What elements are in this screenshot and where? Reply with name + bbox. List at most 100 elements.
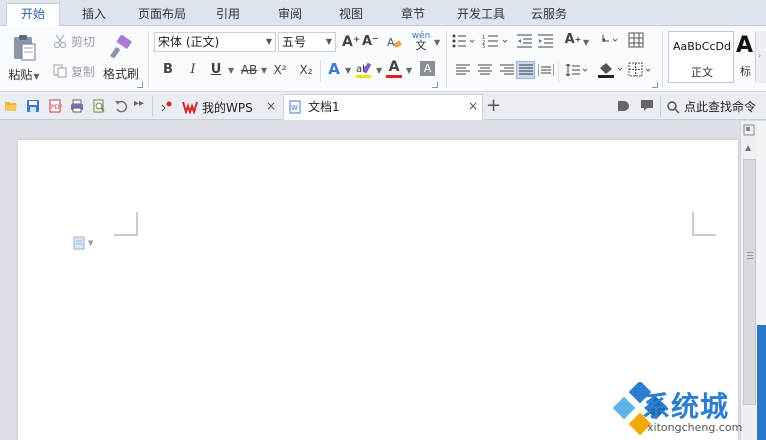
paste-icon xyxy=(14,34,36,60)
open-folder-icon[interactable] xyxy=(4,99,18,113)
decrease-indent-icon[interactable] xyxy=(517,34,533,53)
tab-document1-label: 文档1 xyxy=(308,100,340,114)
style-heading[interactable]: A 标 xyxy=(736,31,754,83)
subscript-button[interactable]: X₂ xyxy=(297,62,315,78)
table-grid-icon[interactable] xyxy=(628,32,644,53)
svg-text:W: W xyxy=(291,104,298,112)
style-name: 正文 xyxy=(691,66,713,79)
text-effect-caret-icon[interactable]: ▼ xyxy=(345,66,351,75)
tab-review[interactable]: 审阅 xyxy=(267,4,313,26)
more-tools-icon[interactable]: ▸▸ xyxy=(134,98,144,109)
grow-font-button[interactable]: A⁺ xyxy=(342,34,360,50)
phonetic-guide-button[interactable]: wén 文 xyxy=(410,31,432,52)
styles-scroll[interactable]: › xyxy=(755,31,766,83)
scroll-thumb[interactable] xyxy=(743,159,756,405)
font-launcher-icon[interactable] xyxy=(432,82,438,88)
phonetic-caret-icon[interactable]: ▼ xyxy=(434,38,440,47)
chevron-down-icon: ▼ xyxy=(88,239,94,247)
page-options-icon xyxy=(73,236,85,250)
scroll-up-icon[interactable]: ▲ xyxy=(745,143,751,152)
close-icon[interactable]: × xyxy=(468,99,478,113)
show-marks-button[interactable] xyxy=(598,32,620,53)
scissors-icon xyxy=(53,34,66,48)
divider xyxy=(320,60,321,82)
save-icon[interactable] xyxy=(26,99,40,113)
vertical-scrollbar[interactable]: ▲ xyxy=(740,121,757,440)
style-normal[interactable]: AaBbCcDd 正文 xyxy=(668,31,734,83)
font-name-select[interactable]: 宋体 (正文) ▼ xyxy=(154,32,276,52)
font-color-caret-icon[interactable]: ▼ xyxy=(406,66,412,75)
tab-my-wps[interactable]: 我的WPS × xyxy=(178,94,282,120)
shading-button[interactable] xyxy=(597,61,625,84)
copy-button[interactable]: 复制 xyxy=(50,62,98,80)
paragraph-options[interactable]: ▼ xyxy=(72,236,93,250)
divider xyxy=(558,60,559,82)
print-icon[interactable] xyxy=(70,99,84,113)
divider xyxy=(660,96,661,116)
divider xyxy=(148,30,149,88)
line-spacing-button[interactable] xyxy=(564,63,590,81)
tab-view[interactable]: 视图 xyxy=(328,4,374,26)
doc-switch-icon[interactable] xyxy=(616,99,630,113)
clear-format-icon[interactable]: A xyxy=(386,34,402,55)
brush-icon xyxy=(110,34,132,58)
format-painter-button[interactable]: 格式刷 xyxy=(100,30,142,86)
undo-icon[interactable] xyxy=(114,99,128,113)
shrink-font-button[interactable]: A⁻ xyxy=(362,34,379,50)
font-size-select[interactable]: 五号 ▼ xyxy=(278,32,336,52)
tab-developer[interactable]: 开发工具 xyxy=(450,4,512,26)
tab-references[interactable]: 引用 xyxy=(205,4,251,26)
style-heading-sample: A xyxy=(736,33,754,58)
svg-text:3: 3 xyxy=(482,44,485,48)
tab-document1[interactable]: W 文档1 × xyxy=(283,94,483,120)
align-center-icon[interactable] xyxy=(477,64,493,81)
bold-button[interactable]: B xyxy=(160,62,176,78)
command-search[interactable]: 点此查找命令 xyxy=(666,98,756,115)
watermark-url: xitongcheng.com xyxy=(647,421,743,434)
export-pdf-icon[interactable]: PDF xyxy=(48,99,62,113)
underline-button[interactable]: U xyxy=(208,62,224,78)
line-spacing-icon xyxy=(565,63,588,77)
document-icon: W xyxy=(289,100,301,113)
close-icon[interactable]: × xyxy=(266,99,276,113)
numbered-list-icon: 123 xyxy=(482,35,508,50)
paste-button[interactable]: 粘贴▼ xyxy=(6,30,42,86)
increase-indent-icon[interactable] xyxy=(538,34,554,53)
underline-caret-icon[interactable]: ▼ xyxy=(228,66,234,75)
superscript-button[interactable]: X² xyxy=(271,62,289,78)
divider xyxy=(662,30,663,88)
justify-icon[interactable] xyxy=(516,61,535,79)
change-case-button[interactable]: A+ xyxy=(562,32,584,48)
strikethrough-button[interactable]: AB xyxy=(238,62,260,78)
borders-icon xyxy=(628,62,651,77)
italic-button[interactable]: I xyxy=(185,62,201,78)
bullet-list-button[interactable] xyxy=(452,34,476,53)
align-right-icon[interactable] xyxy=(498,64,514,81)
print-preview-icon[interactable] xyxy=(92,99,106,113)
feedback-icon[interactable] xyxy=(640,99,654,113)
tab-chapter[interactable]: 章节 xyxy=(390,4,436,26)
cut-button[interactable]: 剪切 xyxy=(50,32,98,50)
text-effect-button[interactable]: A xyxy=(326,61,342,77)
distributed-align-icon[interactable] xyxy=(537,64,555,81)
highlight-button[interactable]: ab xyxy=(355,61,373,84)
numbered-list-button[interactable]: 123 xyxy=(482,34,510,53)
change-case-caret-icon[interactable]: ▼ xyxy=(583,38,589,47)
side-panel-tab[interactable] xyxy=(757,325,766,440)
tab-cloud[interactable]: 云服务 xyxy=(524,4,574,26)
paragraph-launcher-icon[interactable] xyxy=(652,82,658,88)
tab-page-layout[interactable]: 页面布局 xyxy=(130,4,194,26)
char-shading-button[interactable]: A xyxy=(420,61,435,76)
new-tab-button[interactable]: + xyxy=(486,95,501,116)
font-color-button[interactable]: A xyxy=(386,59,402,78)
align-left-icon[interactable] xyxy=(456,64,472,81)
menu-bar: 开始 插入 页面布局 引用 审阅 视图 章节 开发工具 云服务 xyxy=(0,0,766,27)
pin-dropdown-icon[interactable] xyxy=(160,99,174,113)
strikethrough-caret-icon[interactable]: ▼ xyxy=(261,66,267,75)
tab-insert[interactable]: 插入 xyxy=(70,4,118,26)
highlight-caret-icon[interactable]: ▼ xyxy=(376,66,382,75)
split-view-icon[interactable] xyxy=(743,124,755,136)
clipboard-launcher-icon[interactable] xyxy=(137,82,143,88)
borders-button[interactable] xyxy=(628,62,654,83)
tab-start[interactable]: 开始 xyxy=(6,3,60,27)
